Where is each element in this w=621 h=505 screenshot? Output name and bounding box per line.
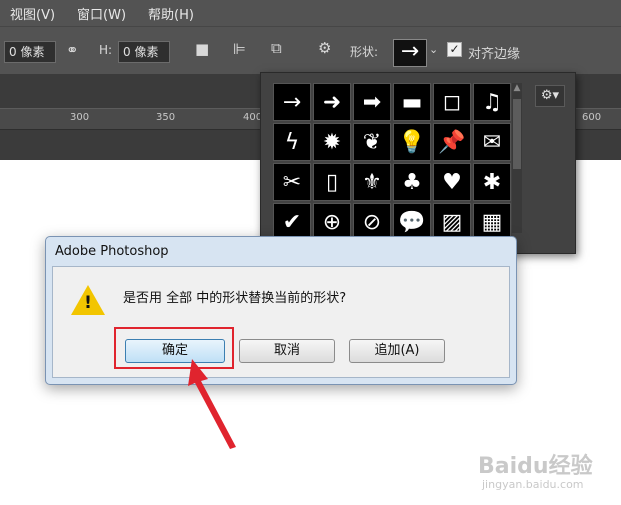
cancel-button[interactable]: 取消 <box>239 339 335 363</box>
shape-puzzle[interactable]: ✱ <box>473 163 511 201</box>
path-arrangement-icon[interactable]: ⧉ <box>271 39 282 57</box>
shape-pushpin[interactable]: 📌 <box>433 123 471 161</box>
link-icon[interactable]: ⚭ <box>66 41 79 59</box>
shape-stamp[interactable]: ▯ <box>313 163 351 201</box>
picker-scrollbar[interactable]: ▲ <box>512 83 522 233</box>
watermark-brand: Baidu经验 <box>478 454 593 479</box>
menu-bar: 视图(V) 窗口(W) 帮助(H) <box>0 0 621 26</box>
shape-heart[interactable]: ♥ <box>433 163 471 201</box>
height-field[interactable]: 0 像素 <box>118 41 170 63</box>
shape-ornament[interactable]: ♣ <box>393 163 431 201</box>
width-field[interactable]: 0 像素 <box>4 41 56 63</box>
arrow-right-icon: → <box>400 39 420 64</box>
align-edges-label: 对齐边缘 <box>468 47 521 62</box>
shape-arrow-thin[interactable]: → <box>273 83 311 121</box>
shape-grass[interactable]: ❦ <box>353 123 391 161</box>
shape-lightning[interactable]: ϟ <box>273 123 311 161</box>
shape-burst[interactable]: ✹ <box>313 123 351 161</box>
ruler-tick-label: 600 <box>582 112 602 123</box>
shape-label: 形状: <box>350 45 379 59</box>
dialog-message: 是否用 全部 中的形状替换当前的形状? <box>123 291 347 306</box>
watermark-url: jingyan.baidu.com <box>482 478 584 491</box>
shape-grid: → ➜ ➡ ▬ ◻ ♫ ϟ ✹ ❦ 💡 📌 ✉ ✂ ▯ ⚜ ♣ ♥ ✱ ✔ ⊕ … <box>273 83 511 243</box>
ruler-tick-label: 350 <box>156 112 176 123</box>
shape-fleur-de-lis[interactable]: ⚜ <box>353 163 391 201</box>
ruler-tick-label: 300 <box>70 112 90 123</box>
path-operations-icon[interactable]: ■ <box>195 40 209 58</box>
append-button[interactable]: 追加(A) <box>349 339 445 363</box>
shape-music-note[interactable]: ♫ <box>473 83 511 121</box>
path-alignment-icon[interactable]: ⊫ <box>233 40 246 58</box>
shape-arrow-block[interactable]: ➡ <box>353 83 391 121</box>
shape-envelope[interactable]: ✉ <box>473 123 511 161</box>
shape-picker-panel: → ➜ ➡ ▬ ◻ ♫ ϟ ✹ ❦ 💡 📌 ✉ ✂ ▯ ⚜ ♣ ♥ ✱ ✔ ⊕ … <box>260 72 576 254</box>
shape-banner[interactable]: ▬ <box>393 83 431 121</box>
shape-light-bulb[interactable]: 💡 <box>393 123 431 161</box>
shape-arrow-bold[interactable]: ➜ <box>313 83 351 121</box>
annotation-arrow-icon <box>188 359 236 449</box>
options-bar: 0 像素 ⚭ H: 0 像素 ■ ⊫ ⧉ ⚙ 形状: → ⌄ ✓ 对齐边缘 <box>0 26 621 74</box>
shape-preview[interactable]: → <box>393 39 427 67</box>
picker-settings-button[interactable]: ⚙▾ <box>535 85 565 107</box>
gear-icon[interactable]: ⚙ <box>318 39 331 57</box>
menu-window[interactable]: 窗口(W) <box>77 4 126 23</box>
menu-view[interactable]: 视图(V) <box>10 4 55 23</box>
checkmark-icon: ✓ <box>449 42 460 56</box>
height-label: H: <box>99 43 113 57</box>
shape-scissors[interactable]: ✂ <box>273 163 311 201</box>
menu-help[interactable]: 帮助(H) <box>148 4 194 23</box>
scroll-thumb[interactable] <box>513 99 521 169</box>
shape-frame[interactable]: ◻ <box>433 83 471 121</box>
align-edges-checkbox[interactable]: ✓ <box>447 42 462 57</box>
scroll-up-icon[interactable]: ▲ <box>512 83 522 93</box>
dialog-title: Adobe Photoshop <box>55 244 169 259</box>
gear-icon: ⚙▾ <box>540 88 560 103</box>
chevron-down-icon[interactable]: ⌄ <box>429 43 438 56</box>
warning-exclamation-icon: ! <box>84 293 92 313</box>
